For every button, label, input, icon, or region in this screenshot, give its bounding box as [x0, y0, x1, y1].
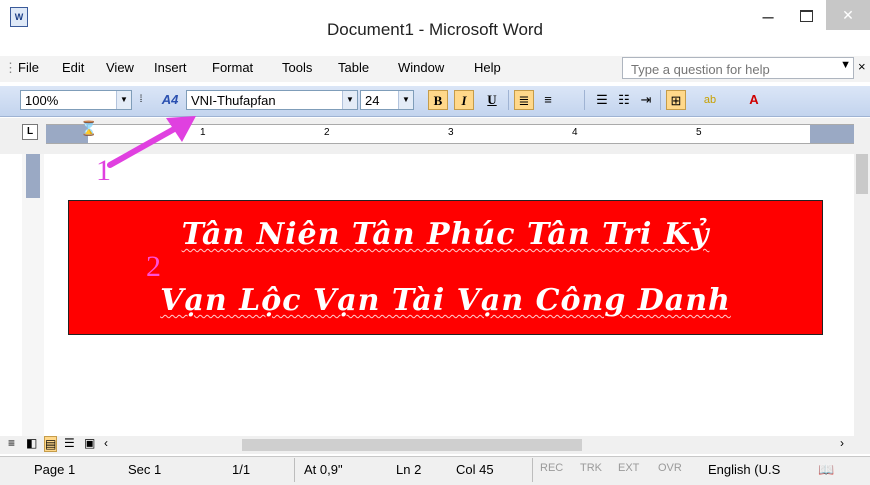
- maximize-icon: [800, 10, 813, 22]
- menu-format[interactable]: Format: [212, 60, 253, 75]
- right-margin-marker: [810, 125, 854, 143]
- help-search-input[interactable]: [629, 60, 833, 78]
- spelling-status-icon[interactable]: 📖: [818, 462, 834, 478]
- bold-button[interactable]: B: [428, 90, 448, 110]
- scroll-thumb[interactable]: [856, 154, 868, 194]
- menu-grip: ⋮: [4, 60, 17, 75]
- status-divider: [532, 458, 533, 482]
- menu-view[interactable]: View: [106, 60, 134, 75]
- status-section: Sec 1: [128, 462, 162, 477]
- underline-button[interactable]: U: [482, 90, 502, 110]
- reading-view-icon[interactable]: ▣: [84, 436, 95, 450]
- toolbar-divider: [584, 90, 585, 110]
- toolbar-divider: [660, 90, 661, 110]
- scroll-left-icon[interactable]: ‹: [104, 436, 108, 450]
- status-pages: 1/1: [232, 462, 251, 477]
- help-search-box[interactable]: ▼: [622, 57, 854, 79]
- web-view-icon[interactable]: ◧: [26, 436, 37, 450]
- minimize-button[interactable]: –: [754, 6, 782, 30]
- highlight-icon[interactable]: ab: [700, 90, 720, 110]
- window-title: Document1 - Microsoft Word: [326, 20, 544, 39]
- close-button[interactable]: ✕: [826, 0, 870, 30]
- toolbar-divider: [508, 90, 509, 110]
- document-close-button[interactable]: ×: [858, 59, 866, 74]
- status-position: At 0,9": [304, 462, 343, 477]
- borders-icon[interactable]: ⊞: [666, 90, 686, 110]
- vertical-scrollbar[interactable]: [854, 134, 870, 436]
- font-color-icon[interactable]: A: [744, 90, 764, 110]
- horizontal-scroll-thumb[interactable]: [242, 439, 582, 451]
- normal-view-icon[interactable]: ≡: [8, 436, 15, 450]
- indent-marker-icon[interactable]: ⌛: [80, 120, 97, 137]
- zoom-value: 100%: [25, 93, 59, 108]
- chevron-down-icon[interactable]: ▼: [398, 91, 413, 109]
- ruler-number: 5: [696, 127, 702, 138]
- status-trk[interactable]: TRK: [580, 462, 602, 474]
- tab-selector-button[interactable]: L: [22, 124, 38, 140]
- red-text-box[interactable]: Tân Niên Tân Phúc Tân Tri Kỷ Vạn Lộc Vạn…: [68, 200, 823, 335]
- outline-view-icon[interactable]: ☰: [64, 436, 75, 450]
- menu-edit[interactable]: Edit: [62, 60, 84, 75]
- menu-tools[interactable]: Tools: [282, 60, 312, 75]
- numbered-list-icon[interactable]: ☰: [592, 90, 612, 110]
- annotation-label-2: 2: [146, 250, 161, 283]
- annotation-label-1: 1: [96, 154, 111, 187]
- align-left-icon[interactable]: ≣: [514, 90, 534, 110]
- status-column: Col 45: [456, 462, 494, 477]
- font-size-value: 24: [365, 93, 380, 108]
- status-line: Ln 2: [396, 462, 422, 477]
- align-center-icon[interactable]: ≡: [538, 90, 558, 110]
- menu-table[interactable]: Table: [338, 60, 369, 75]
- menu-help[interactable]: Help: [474, 60, 501, 75]
- top-margin-marker: [26, 154, 40, 198]
- annotation-arrow-icon: [107, 116, 196, 168]
- status-language[interactable]: English (U.S: [708, 462, 780, 477]
- status-rec[interactable]: REC: [540, 462, 563, 474]
- ruler-number: 4: [572, 127, 578, 138]
- font-size-select[interactable]: 24 ▼: [360, 90, 414, 110]
- scroll-right-icon[interactable]: ›: [840, 436, 844, 450]
- greeting-line-2: Vạn Lộc Vạn Tài Vạn Công Danh: [160, 283, 731, 318]
- greeting-line-1: Tân Niên Tân Phúc Tân Tri Kỷ: [181, 217, 710, 252]
- ruler-number: 3: [448, 127, 454, 138]
- status-page: Page 1: [34, 462, 76, 477]
- maximize-button[interactable]: [792, 6, 820, 30]
- print-view-icon[interactable]: ▤: [44, 436, 58, 452]
- italic-button[interactable]: I: [454, 90, 474, 110]
- vertical-ruler: [22, 154, 44, 436]
- status-ext[interactable]: EXT: [618, 462, 639, 474]
- chevron-down-icon[interactable]: ▼: [840, 59, 851, 71]
- increase-indent-icon[interactable]: ⇥: [636, 90, 656, 110]
- bulleted-list-icon[interactable]: ☷: [614, 90, 634, 110]
- status-divider: [294, 458, 295, 482]
- chevron-down-icon[interactable]: ▼: [342, 91, 357, 109]
- menu-insert[interactable]: Insert: [154, 60, 187, 75]
- status-ovr[interactable]: OVR: [658, 462, 682, 474]
- menu-file[interactable]: File: [18, 60, 39, 75]
- menu-window[interactable]: Window: [398, 60, 444, 75]
- ruler-number: 2: [324, 127, 330, 138]
